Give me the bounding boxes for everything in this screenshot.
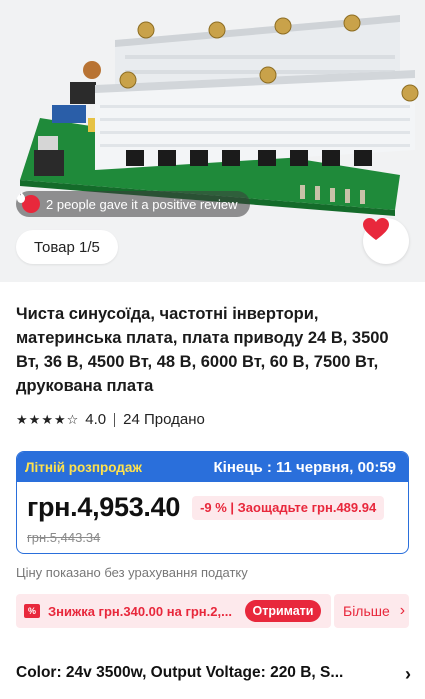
rating-value: 4.0 [85, 411, 107, 428]
sold-count: 24 Продано [123, 411, 205, 428]
flame-icon [17, 191, 40, 213]
tax-note: Ціну показано без урахування податку [16, 565, 248, 580]
chevron-right-icon: › [399, 602, 406, 619]
get-coupon-button[interactable]: Отримати [245, 600, 321, 622]
positive-review-badge: 2 people gave it a positive review [16, 191, 250, 217]
current-price: грн.4,953.40 [27, 492, 181, 522]
sale-header: Літній розпродаж Кінець : 11 червня, 00:… [17, 452, 408, 482]
star-icon: ★ [41, 411, 53, 427]
coupon-banner[interactable]: % Знижка грн.340.00 на грн.2,... Отримат… [16, 594, 331, 628]
more-coupons-button[interactable]: Більше › [334, 594, 409, 628]
review-text: 2 people gave it a positive review [46, 196, 238, 212]
discount-badge: -9 % | Заощадьте грн.489.94 [192, 495, 385, 520]
chevron-right-icon: › [405, 664, 411, 684]
product-image[interactable]: 2 people gave it a positive review Товар… [0, 0, 425, 282]
star-empty-icon: ☆ [66, 411, 79, 427]
sale-label: Літній розпродаж [25, 459, 142, 475]
image-page-indicator: Товар 1/5 [16, 230, 118, 264]
more-label: Більше [343, 603, 390, 619]
price-row: грн.4,953.40 -9 % | Заощадьте грн.489.94 [27, 492, 385, 523]
wishlist-button[interactable] [363, 218, 409, 264]
sale-price-box: Літній розпродаж Кінець : 11 червня, 00:… [16, 451, 409, 554]
original-price: грн.5,443.34 [27, 530, 101, 545]
product-title: Чиста синусоїда, частотні інвертори, мат… [16, 305, 389, 395]
star-icon: ★ [53, 411, 66, 427]
coupon-icon: % [24, 604, 40, 618]
star-icon: ★ [16, 411, 28, 427]
rating-divider [114, 412, 116, 427]
rating-stars: ★ ★ ★ ★ ☆ [16, 411, 79, 427]
coupon-text: Знижка грн.340.00 на грн.2,... [48, 603, 232, 619]
sale-end-time: Кінець : 11 червня, 00:59 [213, 458, 396, 476]
star-icon: ★ [28, 411, 41, 427]
rating-row[interactable]: ★ ★ ★ ★ ☆ 4.0 24 Продано [16, 411, 205, 428]
page-indicator-text: Товар 1/5 [34, 238, 100, 256]
variant-summary: Color: 24v 3500w, Output Voltage: 220 В,… [16, 664, 344, 681]
variant-selector[interactable]: Color: 24v 3500w, Output Voltage: 220 В,… [16, 664, 411, 684]
